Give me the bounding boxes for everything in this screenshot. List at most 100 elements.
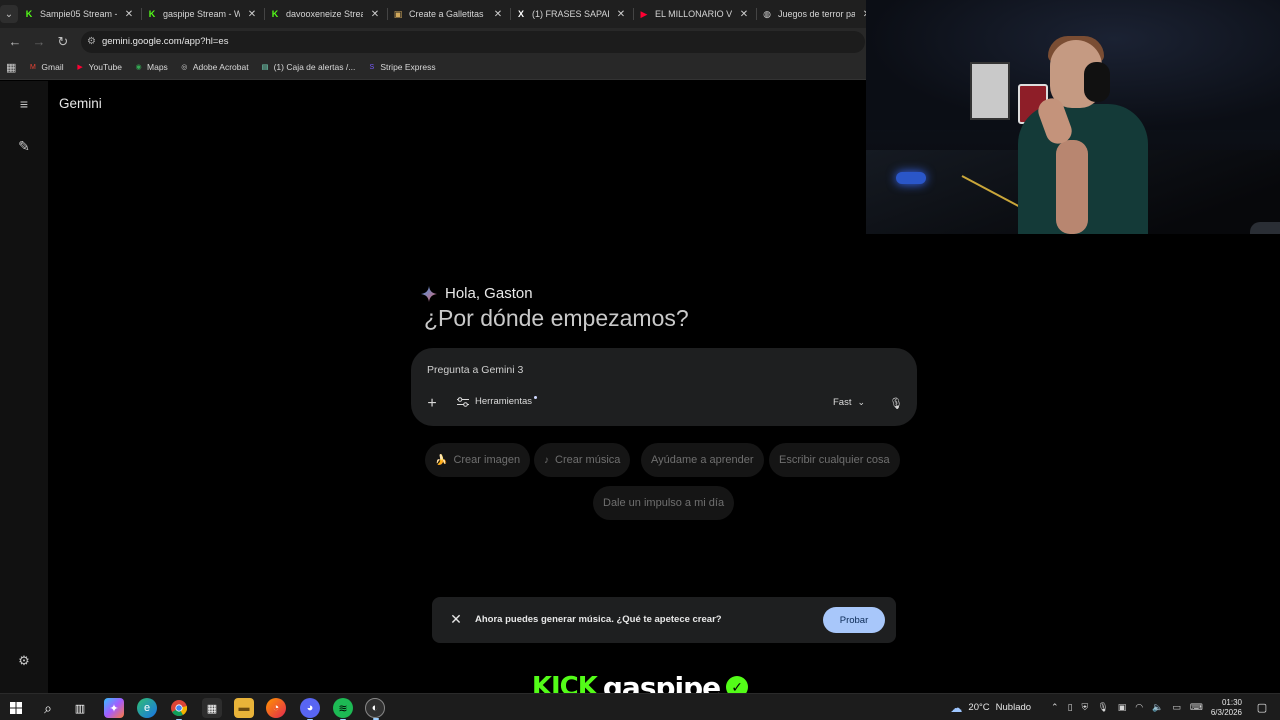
discord-app[interactable]: ◕ [300, 698, 320, 720]
browser-tab[interactable]: ▣ Create a Galletitas an ✕ [387, 0, 510, 28]
tab-title: Sampie05 Stream - W [40, 9, 117, 19]
new-chat-button[interactable]: ✎ [13, 135, 35, 157]
youtube-icon: ▶ [640, 8, 648, 19]
shield-icon[interactable]: ⛨ [1082, 702, 1089, 713]
start-button[interactable] [6, 698, 26, 718]
edge-icon: e [143, 702, 151, 714]
weather-widget[interactable]: ☁ 20°C Nublado [950, 701, 1031, 715]
bookmark-item[interactable]: ◎ Adobe Acrobat [180, 62, 248, 72]
display-icon[interactable]: ▣ [1118, 702, 1127, 713]
firefox-app[interactable]: ◔ [266, 698, 286, 718]
tab-title: gaspipe Stream - Wa [163, 9, 240, 19]
main-menu-button[interactable]: ≡ [13, 93, 35, 115]
browser-tab[interactable]: K Sampie05 Stream - W ✕ [18, 0, 141, 28]
chip-write-anything[interactable]: Escribir cualquier cosa [769, 443, 900, 477]
forward-button[interactable]: → [27, 30, 51, 54]
chrome-icon [171, 700, 187, 716]
add-files-button[interactable]: + [423, 395, 441, 413]
banner-text: Ahora puedes generar música. ¿Qué te ape… [475, 614, 722, 625]
chip-help-me-learn[interactable]: Ayúdame a aprender [641, 443, 764, 477]
arrow-left-icon: ← [8, 34, 22, 49]
close-tab-icon[interactable]: ✕ [615, 9, 627, 20]
browser-tab[interactable]: X (1) FRASES SAPARDO ✕ [510, 0, 633, 28]
chip-label: Dale un impulso a mi día [603, 497, 725, 509]
obs-app[interactable]: ◐ [365, 698, 385, 720]
chip-boost-my-day[interactable]: Dale un impulso a mi día [593, 486, 735, 520]
close-tab-icon[interactable]: ✕ [246, 9, 258, 20]
bookmark-item[interactable]: ▤ (1) Caja de alertas /... [261, 62, 356, 72]
tab-title: EL MILLONARIO VEN [655, 9, 732, 19]
chip-create-music[interactable]: ♪ Crear música [534, 443, 631, 477]
chip-label: Crear música [555, 454, 621, 466]
notifications-button[interactable]: ▢ [1252, 701, 1272, 714]
edge-app[interactable]: e [137, 698, 157, 718]
search-icon: ⌕ [44, 699, 52, 716]
greeting-text: Hola, Gaston [445, 285, 533, 302]
webcam-headset [1084, 62, 1110, 102]
battery-icon[interactable]: ▭ [1172, 702, 1181, 713]
app-title: Gemini [59, 96, 102, 111]
wifi-icon[interactable]: ◠ [1135, 702, 1143, 713]
copilot-icon: ✦ [109, 702, 119, 715]
chip-label: Ayúdame a aprender [651, 454, 754, 466]
browser-tab[interactable]: ◍Juegos de terror para✕ [756, 0, 879, 28]
copilot-app[interactable]: ✦ [104, 698, 124, 718]
store-icon: ▦ [206, 702, 218, 715]
task-view-button[interactable]: ▥ [70, 698, 90, 718]
browser-tab[interactable]: Kgaspipe Stream - Wa ✕ [141, 0, 264, 28]
model-selector[interactable]: Fast ⌄ [833, 397, 865, 408]
store-app[interactable]: ▦ [202, 698, 222, 718]
microphone-button[interactable]: 🎙 [889, 396, 903, 410]
maps-icon: ◉ [135, 64, 142, 71]
file-explorer-app[interactable]: ▬ [234, 698, 254, 718]
bookmarks-list: M Gmail ▶ YouTube ◉ Maps ◎ Adobe Acrobat ▤ (1) Ca… [28, 62, 436, 72]
chip-create-image[interactable]: 🍌 Crear imagen [425, 443, 531, 477]
try-button[interactable]: Probar [823, 607, 885, 633]
browser-tab[interactable]: ▶ EL MILLONARIO VEN ✕ [633, 0, 756, 28]
webcam-person-arm [1056, 140, 1088, 234]
music-promo-banner: ✕ Ahora puedes generar música. ¿Qué te a… [432, 597, 896, 643]
site-info-icon[interactable]: ⚙ [87, 36, 96, 47]
chip-label: Escribir cualquier cosa [779, 454, 890, 466]
discord-icon: ◕ [306, 702, 314, 714]
language-icon[interactable]: ⌨ [1190, 702, 1203, 713]
spotify-app[interactable]: ≋ [333, 698, 353, 720]
model-label: Fast [833, 397, 852, 408]
tab-title: Create a Galletitas an [409, 9, 486, 19]
apps-icon[interactable]: ▦ [6, 61, 16, 74]
microphone-icon[interactable]: 🎙 [1097, 702, 1108, 713]
weather-temp: 20°C [968, 702, 990, 713]
chrome-app[interactable] [169, 698, 189, 720]
clock[interactable]: 01:30 6/3/2026 [1211, 698, 1242, 718]
volume-icon[interactable]: 🔈 [1152, 702, 1163, 713]
tab-title: davooxeneize Stream [286, 9, 363, 19]
bookmark-item[interactable]: S Stripe Express [367, 62, 435, 72]
tab-search-button[interactable]: ⌄ [0, 0, 18, 28]
banana-icon: 🍌 [435, 454, 448, 466]
prompt-input[interactable] [427, 364, 827, 376]
address-bar[interactable]: ⚙ gemini.google.com/app?hl=es [81, 30, 865, 53]
back-button[interactable]: ← [3, 30, 27, 54]
close-tab-icon[interactable]: ✕ [738, 9, 750, 20]
streamlabs-icon: ▤ [261, 64, 269, 71]
bookmark-item[interactable]: M Gmail [28, 62, 64, 72]
bookmark-label: Stripe Express [380, 62, 436, 72]
browser-tab[interactable]: Kdavooxeneize Stream ✕ [264, 0, 387, 28]
close-tab-icon[interactable]: ✕ [369, 9, 381, 20]
tools-button[interactable]: Herramientas [457, 396, 538, 407]
browser-tab-bar: ⌄ KSampie05 Stream - W✕Kgaspipe Stream -… [0, 0, 871, 28]
new-indicator-dot [534, 396, 538, 399]
close-tab-icon[interactable]: ✕ [123, 9, 135, 20]
tab-title: (1) FRASES SAPARDO [532, 9, 609, 19]
usb-icon[interactable]: ▯ [1068, 702, 1073, 713]
bookmark-item[interactable]: ▶ YouTube [76, 62, 122, 72]
close-tab-icon[interactable]: ✕ [492, 9, 504, 20]
settings-button[interactable]: ⚙ [15, 652, 33, 670]
reload-button[interactable]: ↻ [51, 30, 75, 54]
search-button[interactable]: ⌕ [38, 698, 58, 718]
folder-icon: ▬ [238, 702, 250, 714]
chevron-up-icon[interactable]: ⌃ [1051, 702, 1059, 713]
windows-taskbar: ⌕ ▥ ✦ e ▦ ▬ ◔ ◕ ≋ ◐ ☁ 20°C Nublado ⌃ ▯ ⛨… [0, 693, 1280, 720]
close-banner-button[interactable]: ✕ [448, 611, 464, 627]
bookmark-item[interactable]: ◉ Maps [134, 62, 167, 72]
